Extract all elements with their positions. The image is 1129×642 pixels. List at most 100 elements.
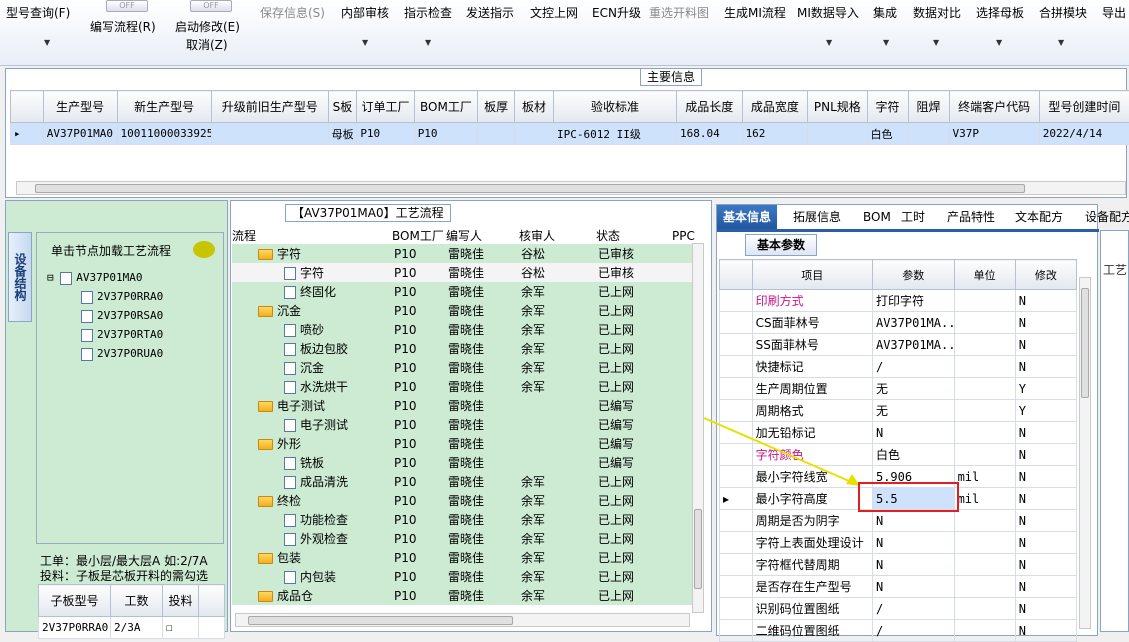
flow-row[interactable]: 水洗烘干 P10 雷晓佳 余军 已上网 — [232, 377, 692, 396]
param-row[interactable]: CS面菲林号 AV37P01MA... N — [719, 311, 1078, 334]
param-vscrollbar[interactable] — [1079, 277, 1091, 629]
doc-upload-button[interactable]: 文控上网 — [530, 4, 578, 21]
sub-model-cell[interactable]: 2V37P0RRA0 — [38, 616, 111, 639]
param-row[interactable]: SS面菲林号 AV37P01MA... N — [719, 333, 1078, 356]
param-row[interactable]: 识别码位置图纸 / N — [719, 597, 1078, 620]
cell[interactable] — [907, 122, 950, 145]
scroll-thumb[interactable] — [248, 616, 513, 625]
cell[interactable] — [514, 122, 555, 145]
chevron-down-icon[interactable]: ▼ — [996, 38, 1002, 47]
param-modify[interactable]: N — [1014, 597, 1078, 620]
param-value[interactable]: N — [871, 553, 955, 576]
tab-bom[interactable]: BOM — [857, 205, 897, 229]
mi-import-button[interactable]: MI数据导入 — [797, 4, 859, 21]
cell[interactable]: AV37P01MA0 — [42, 122, 118, 145]
col-header[interactable]: 升级前旧生产型号 — [210, 90, 329, 123]
scroll-thumb[interactable] — [694, 509, 702, 589]
tab-device-structure[interactable]: 设备结构 — [8, 232, 32, 322]
instruction-check-button[interactable]: 指示检查 — [404, 4, 452, 21]
cell[interactable] — [210, 122, 329, 145]
param-modify[interactable]: N — [1014, 575, 1078, 598]
cell[interactable]: 母板 — [327, 122, 358, 145]
flow-row[interactable]: 字符 P10 雷晓佳 谷松 已审核 — [232, 244, 692, 263]
flow-row[interactable]: 终固化 P10 雷晓佳 余军 已上网 — [232, 282, 692, 301]
flow-row[interactable]: 功能检查 P10 雷晓佳 余军 已上网 — [232, 510, 692, 529]
col-header[interactable]: PNL规格 — [807, 90, 868, 123]
scroll-thumb[interactable] — [1081, 288, 1089, 398]
write-flow-toggle[interactable]: OFF — [106, 0, 148, 12]
flow-row[interactable]: 沉金 P10 雷晓佳 余军 已上网 — [232, 301, 692, 320]
flow-row[interactable]: 电子测试 P10 雷晓佳 已编写 — [232, 396, 692, 415]
flow-row[interactable]: 字符 P10 雷晓佳 谷松 已审核 — [232, 263, 692, 282]
col-header[interactable]: 型号创建时间 — [1038, 90, 1129, 123]
param-value[interactable]: N — [871, 531, 955, 554]
cell[interactable] — [807, 122, 868, 145]
param-modify[interactable]: N — [1014, 465, 1078, 488]
flow-row[interactable]: 电子测试 P10 雷晓佳 已编写 — [232, 415, 692, 434]
flow-hscrollbar[interactable] — [235, 613, 690, 627]
select-motherboard-button[interactable]: 选择母板 — [976, 4, 1024, 21]
param-modify[interactable]: N — [1014, 311, 1078, 334]
flow-row[interactable]: 内包装 P10 雷晓佳 余军 已上网 — [232, 567, 692, 586]
param-modify[interactable]: N — [1014, 487, 1078, 510]
flow-row[interactable]: 成品仓 P10 雷晓佳 余军 已上网 — [232, 586, 692, 605]
param-row[interactable]: 周期是否为阴字 N N — [719, 509, 1078, 532]
flow-row[interactable]: 外形 P10 雷晓佳 已编写 — [232, 434, 692, 453]
flow-row[interactable]: 外观检查 P10 雷晓佳 余军 已上网 — [232, 529, 692, 548]
col-header[interactable]: 字符 — [866, 90, 909, 123]
param-row[interactable]: 印刷方式 打印字符 N — [719, 289, 1078, 312]
internal-review-button[interactable]: 内部审核 — [341, 4, 389, 21]
flow-row[interactable]: 终检 P10 雷晓佳 余军 已上网 — [232, 491, 692, 510]
chevron-down-icon[interactable]: ▼ — [44, 38, 50, 47]
cell[interactable]: P10 — [356, 122, 415, 145]
chevron-down-icon[interactable]: ▼ — [362, 38, 368, 47]
col-header[interactable]: 成品长度 — [675, 90, 743, 123]
param-value[interactable]: AV37P01MA... — [871, 311, 955, 334]
tree-root[interactable]: ⊟ AV37P01MA0 — [47, 271, 142, 285]
start-edit-button[interactable]: 启动修改(E) — [175, 18, 240, 35]
col-header[interactable]: 终端客户代码 — [948, 90, 1040, 123]
col-header[interactable]: S板 — [327, 90, 358, 123]
scroll-thumb[interactable] — [35, 184, 1025, 193]
col-header[interactable]: 生产型号 — [42, 90, 118, 123]
param-row[interactable]: 二维码位置图纸 / N — [719, 619, 1078, 642]
col-header[interactable]: BOM工厂 — [413, 90, 479, 123]
tree-node[interactable]: 2V37P0RTA0 — [81, 328, 163, 342]
chevron-down-icon[interactable]: ▼ — [425, 38, 431, 47]
param-value[interactable]: AV37P01MA... — [871, 333, 955, 356]
param-modify[interactable]: N — [1014, 619, 1078, 642]
tree-node[interactable]: 2V37P0RUA0 — [81, 347, 163, 361]
tab-basic-info[interactable]: 基本信息 — [717, 205, 778, 229]
flow-row[interactable]: 板边包胶 P10 雷晓佳 余军 已上网 — [232, 339, 692, 358]
param-value[interactable]: N — [871, 421, 955, 444]
tab-device-recipe[interactable]: 设备配方 — [1079, 205, 1129, 229]
col-header[interactable]: 验收标准 — [553, 90, 677, 123]
param-modify[interactable]: N — [1014, 553, 1078, 576]
cell[interactable]: 168.04 — [675, 122, 743, 145]
send-instruction-button[interactable]: 发送指示 — [466, 4, 514, 21]
chevron-down-icon[interactable]: ▼ — [826, 38, 832, 47]
param-modify[interactable]: N — [1014, 289, 1078, 312]
flow-row[interactable]: 包装 P10 雷晓佳 余军 已上网 — [232, 548, 692, 567]
chevron-down-icon[interactable]: ▼ — [1058, 38, 1064, 47]
param-value[interactable]: 无 — [871, 377, 955, 400]
chevron-down-icon[interactable]: ▼ — [933, 38, 939, 47]
col-header[interactable]: 成品宽度 — [741, 90, 809, 123]
param-modify[interactable]: N — [1014, 531, 1078, 554]
tab-extended-info[interactable]: 拓展信息 — [787, 205, 847, 229]
param-row[interactable]: 生产周期位置无 Y — [719, 377, 1078, 400]
side-tab-label[interactable]: 工艺 — [1103, 261, 1128, 278]
param-modify[interactable]: N — [1014, 333, 1078, 356]
chevron-down-icon[interactable]: ▼ — [883, 38, 889, 47]
param-value[interactable]: / — [871, 619, 955, 642]
cell[interactable] — [477, 122, 516, 145]
cell[interactable]: 白色 — [866, 122, 909, 145]
param-value[interactable]: / — [871, 355, 955, 378]
flow-row[interactable]: 成品清洗 P10 雷晓佳 余军 已上网 — [232, 472, 692, 491]
param-modify[interactable]: Y — [1014, 377, 1078, 400]
tree-node[interactable]: 2V37P0RRA0 — [81, 290, 163, 304]
flow-row[interactable]: 沉金 P10 雷晓佳 余军 已上网 — [232, 358, 692, 377]
ecn-upgrade-button[interactable]: ECN升级 — [592, 4, 641, 21]
param-value[interactable]: 打印字符 — [871, 289, 955, 312]
cell[interactable]: V37P — [948, 122, 1040, 145]
